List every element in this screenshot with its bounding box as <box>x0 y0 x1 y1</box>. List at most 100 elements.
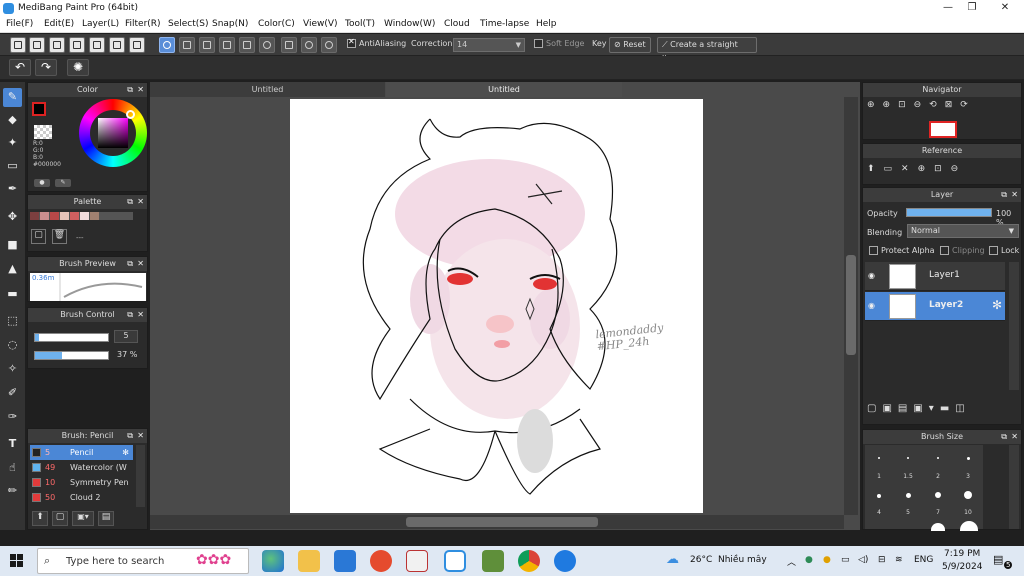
lock-toggle[interactable]: Lock <box>989 246 1019 255</box>
palette-swatch[interactable] <box>70 212 79 220</box>
layer-actions[interactable]: ▢▣▤▣▾▬◫ <box>867 403 971 414</box>
notifications-icon[interactable]: ▤ <box>993 553 1003 566</box>
medibang-taskbar-icon[interactable] <box>444 550 466 572</box>
lock-checkbox[interactable] <box>989 246 998 255</box>
layer-row-layer2[interactable]: ◉ Layer2 ✻ <box>865 292 1005 321</box>
close-button[interactable]: ✕ <box>990 0 1020 17</box>
menu-filter[interactable]: Filter(R) <box>125 19 161 29</box>
menu-snap[interactable]: Snap(N) <box>212 19 248 29</box>
snap-off-icon[interactable] <box>159 37 175 53</box>
reset-button[interactable]: ⊘ Reset <box>609 37 651 53</box>
menu-window[interactable]: Window(W) <box>384 19 435 29</box>
palette-swatch[interactable] <box>50 212 59 220</box>
taskbar-search[interactable]: ⌕ Type here to search ✿✿✿ <box>37 548 249 574</box>
popout-icon[interactable]: ⧉ <box>127 195 133 208</box>
brush-menu-icon[interactable]: ▣▾ <box>72 511 94 526</box>
close-icon[interactable]: ✕ <box>1011 430 1018 443</box>
loading-icon[interactable]: ✺ <box>67 59 89 76</box>
zalo-icon[interactable] <box>554 550 576 572</box>
straight-line-button[interactable]: ⟋ Create a straight line <box>657 37 757 63</box>
color-wheel[interactable] <box>79 99 147 167</box>
layer-row-layer1[interactable]: ◉ Layer1 <box>865 262 1005 291</box>
text-tool-icon[interactable]: T <box>3 435 22 454</box>
brush-size-dot[interactable] <box>960 521 978 531</box>
eyedrop-button[interactable]: ✎ <box>55 179 71 187</box>
palette-swatch[interactable] <box>30 212 39 220</box>
hue-marker[interactable] <box>126 110 135 119</box>
close-icon[interactable]: ✕ <box>137 308 144 321</box>
close-icon[interactable]: ✕ <box>137 429 144 442</box>
protect-alpha-checkbox[interactable] <box>869 246 878 255</box>
circle-snap-icon[interactable] <box>301 37 317 53</box>
curve-snap-icon[interactable] <box>281 37 297 53</box>
close-icon[interactable]: ✕ <box>1011 188 1018 201</box>
tab-untitled-1[interactable]: Untitled <box>150 82 385 97</box>
vertical-scrollbar[interactable] <box>844 97 858 515</box>
popout-icon[interactable]: ⧉ <box>127 83 133 96</box>
parallel-snap-icon[interactable] <box>179 37 195 53</box>
chat-icon[interactable] <box>49 37 65 53</box>
brush-size-dot[interactable] <box>964 491 972 499</box>
microphone-icon[interactable]: ● <box>805 555 813 565</box>
document-icon[interactable] <box>89 37 105 53</box>
operation-tool-icon[interactable]: ☝ <box>3 459 22 478</box>
redo-icon[interactable]: ↷ <box>35 59 57 76</box>
popout-icon[interactable]: ⧉ <box>127 429 133 442</box>
menu-layer[interactable]: Layer(L) <box>82 19 119 29</box>
wifi-icon[interactable]: ≋ <box>895 555 903 565</box>
select-pen-icon[interactable]: ✐ <box>3 384 22 403</box>
new-palette-icon[interactable]: ▢ <box>31 229 46 244</box>
select-rect-icon[interactable]: ⬚ <box>3 312 22 331</box>
comment-icon[interactable] <box>69 37 85 53</box>
brush-settings-icon[interactable]: ▤ <box>98 511 114 526</box>
brush-tool-icon[interactable]: ✎ <box>3 88 22 107</box>
select-eraser-icon[interactable]: ✑ <box>3 408 22 427</box>
clipping-checkbox[interactable] <box>940 246 949 255</box>
bucket-icon[interactable]: ▲ <box>3 260 22 279</box>
battery-icon[interactable]: ▭ <box>841 555 850 565</box>
dot-eraser-icon[interactable]: ✦ <box>3 134 22 153</box>
layer-opacity-slider[interactable] <box>906 208 992 217</box>
popout-icon[interactable]: ⧉ <box>127 308 133 321</box>
delete-palette-icon[interactable]: 🗑 <box>52 229 67 244</box>
palette-swatch[interactable] <box>80 212 89 220</box>
brush-item-cloud[interactable]: 50 Cloud 2 <box>30 490 133 505</box>
menu-color[interactable]: Color(C) <box>258 19 295 29</box>
color-mode-button[interactable]: ● <box>34 179 50 187</box>
maximize-button[interactable]: ❐ <box>957 0 987 17</box>
gradient-icon[interactable]: ▬ <box>3 285 22 304</box>
chrome-icon[interactable] <box>518 550 540 572</box>
add-brush-icon[interactable]: ⬆ <box>32 511 48 526</box>
grid-doc-icon[interactable] <box>109 37 125 53</box>
share-icon[interactable] <box>29 37 45 53</box>
lasso-icon[interactable]: ◌ <box>3 336 22 355</box>
navigator-thumbnail[interactable] <box>929 121 957 138</box>
visibility-icon[interactable]: ◉ <box>868 271 878 281</box>
blending-select[interactable]: Normal ▼ <box>907 224 1019 238</box>
move-tool-icon[interactable]: ✥ <box>3 208 22 227</box>
menu-view[interactable]: View(V) <box>303 19 338 29</box>
brush-size-dot[interactable] <box>937 457 939 459</box>
magic-wand-icon[interactable]: ✧ <box>3 360 22 379</box>
protect-alpha-toggle[interactable]: Protect Alpha <box>869 246 935 255</box>
menu-file[interactable]: File(F) <box>6 19 33 29</box>
drawing-canvas[interactable]: lemondaddy #HP_24h <box>290 99 703 513</box>
popout-icon[interactable]: ⧉ <box>1001 188 1007 201</box>
brush-size-value[interactable]: 5 <box>114 330 138 343</box>
menu-timelapse[interactable]: Time-lapse <box>480 19 529 29</box>
chevron-up-icon[interactable]: ︿ <box>787 555 796 568</box>
brush-size-dot[interactable] <box>907 457 909 459</box>
brush-opacity-slider[interactable] <box>34 351 109 360</box>
transparent-swatch[interactable] <box>34 125 52 139</box>
brush-size-slider[interactable] <box>34 333 109 342</box>
rect-fill-icon[interactable]: ■ <box>3 236 22 255</box>
shape-tool-icon[interactable]: ▭ <box>3 157 22 176</box>
reference-tools[interactable]: ⬆▭✕⊕⊡⊖ <box>867 164 967 174</box>
soft-edge-checkbox[interactable] <box>534 39 543 48</box>
app-icon-red[interactable] <box>370 550 392 572</box>
popout-icon[interactable]: ⧉ <box>1001 430 1007 443</box>
cloud-icon[interactable] <box>10 37 26 53</box>
close-icon[interactable]: ✕ <box>137 195 144 208</box>
eyedropper-icon[interactable]: ✏ <box>3 482 22 501</box>
vertical-scroll-thumb[interactable] <box>846 255 856 355</box>
